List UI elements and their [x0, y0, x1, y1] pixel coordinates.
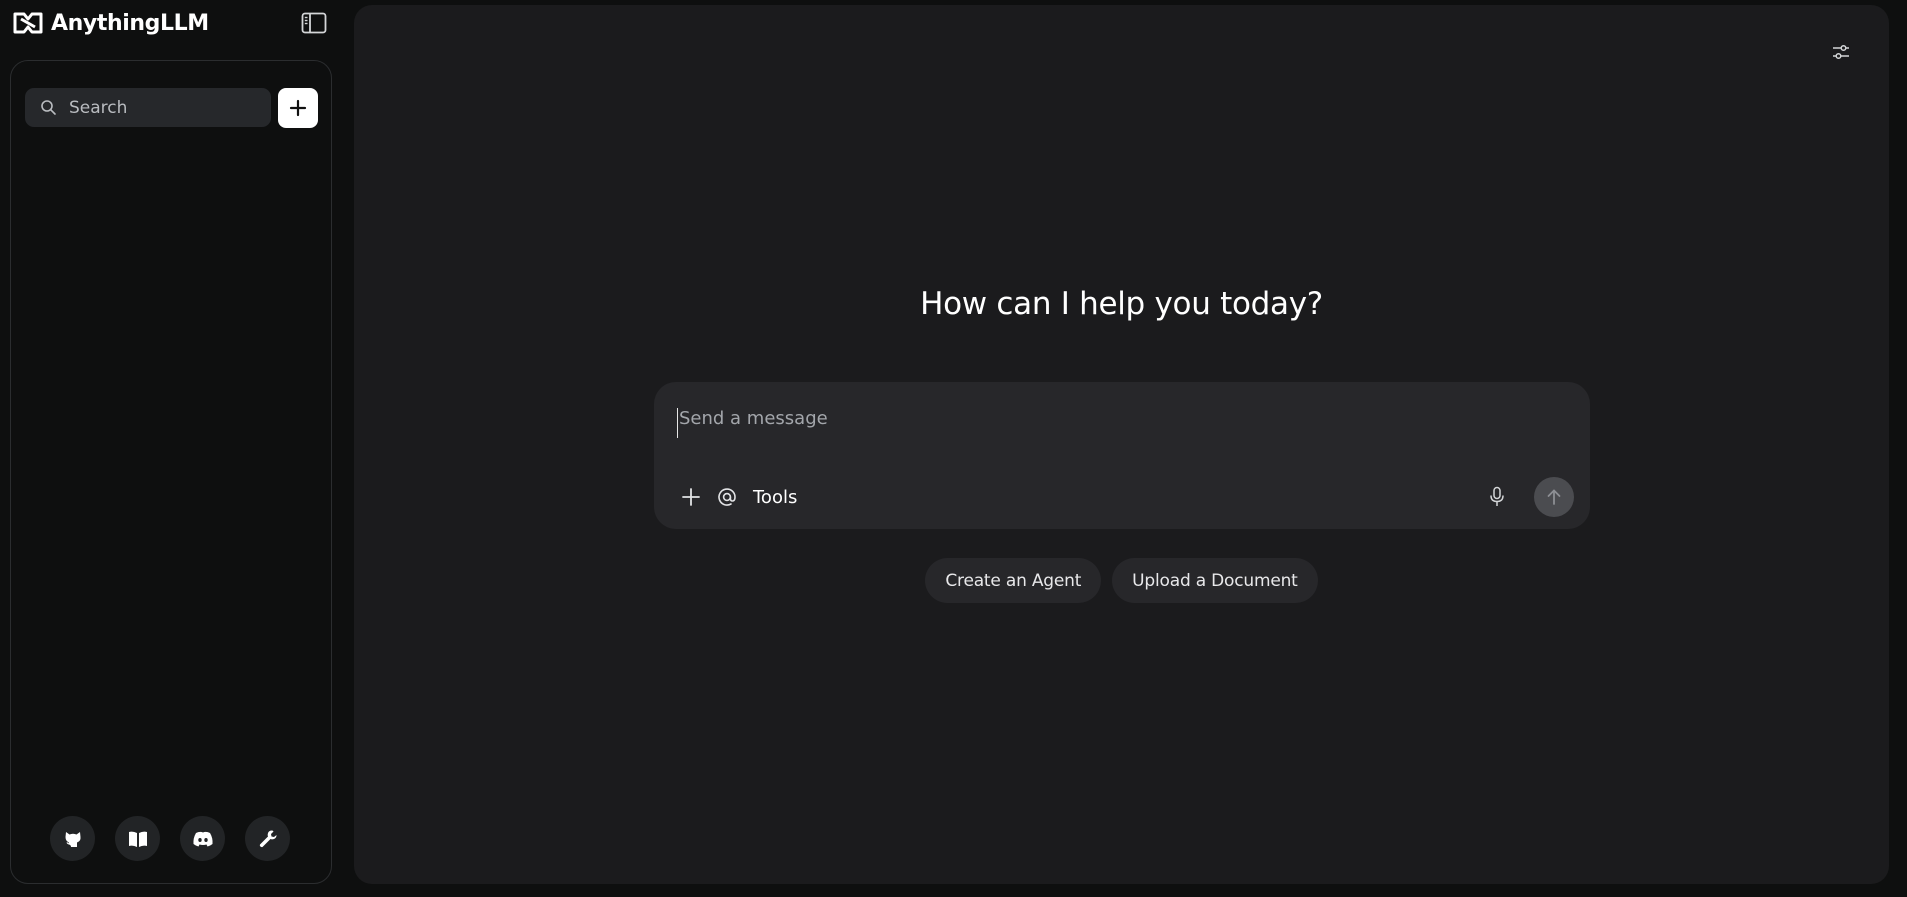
microphone-icon [1490, 486, 1504, 506]
docs-book-icon [128, 831, 147, 847]
github-icon [65, 831, 81, 847]
discord-icon [192, 831, 213, 846]
discord-button[interactable] [180, 816, 225, 861]
attach-button[interactable] [680, 486, 702, 508]
brand: AnythingLLM [13, 9, 209, 37]
anythingllm-logo-icon [13, 12, 43, 34]
search-input[interactable] [69, 97, 249, 118]
sidebar-toggle-button[interactable] [300, 10, 328, 36]
app-root: AnythingLLM Search How can I help you to… [0, 0, 1907, 897]
brand-name: AnythingLLM [51, 10, 209, 36]
new-workspace-button[interactable] [278, 88, 318, 128]
greeting-heading: How can I help you today? [920, 286, 1323, 322]
message-input[interactable] [677, 408, 1557, 438]
plus-icon [289, 99, 307, 117]
sidebar-panel-icon [301, 12, 327, 34]
arrow-up-icon [1547, 489, 1561, 505]
wrench-icon [259, 830, 276, 847]
search-icon [41, 100, 56, 115]
upload-document-button[interactable]: Upload a Document [1112, 558, 1318, 603]
composer-toolbar: Tools [680, 482, 797, 512]
tools-button[interactable]: Tools [753, 487, 797, 508]
mention-agent-button[interactable] [716, 486, 738, 508]
create-agent-button[interactable]: Create an Agent [925, 558, 1102, 603]
search-box[interactable] [25, 88, 271, 127]
docs-button[interactable] [115, 816, 160, 861]
main-chat-panel: How can I help you today? Tools [354, 5, 1889, 884]
message-composer: Tools [654, 382, 1590, 529]
plus-icon [682, 488, 700, 506]
github-button[interactable] [50, 816, 95, 861]
sidebar-footer [50, 816, 290, 861]
at-sign-icon [718, 488, 736, 506]
settings-wrench-button[interactable] [245, 816, 290, 861]
sidebar [10, 60, 332, 884]
voice-input-button[interactable] [1485, 484, 1509, 510]
chat-settings-button[interactable] [1829, 40, 1853, 64]
send-button[interactable] [1534, 477, 1574, 517]
sliders-icon [1833, 44, 1849, 60]
suggestion-chips: Create an Agent Upload a Document [354, 558, 1889, 603]
